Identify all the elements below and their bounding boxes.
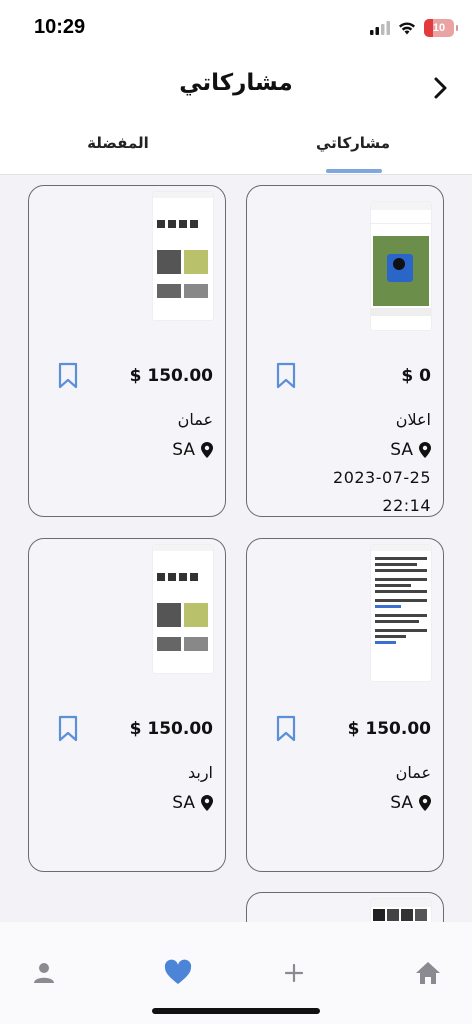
listing-location: SA: [390, 793, 431, 813]
listing-location: SA: [390, 440, 431, 460]
listing-city: اعلان: [395, 410, 431, 429]
listing-thumbnail: [371, 202, 431, 330]
listing-card[interactable]: $ 150.00 عمان SA: [28, 185, 226, 517]
listing-price: $ 150.00: [347, 719, 431, 739]
listing-card[interactable]: $ 150.00 اربد SA: [28, 538, 226, 872]
listing-country: SA: [172, 440, 195, 460]
location-pin-icon: [201, 795, 213, 811]
bookmark-icon[interactable]: [275, 715, 297, 743]
status-icons: 10: [370, 19, 458, 37]
listing-country: SA: [390, 793, 413, 813]
bookmark-icon[interactable]: [57, 362, 79, 390]
listing-card[interactable]: $ 150.00 عمان SA: [246, 538, 444, 872]
listing-city: عمان: [395, 763, 431, 782]
tab-favorites[interactable]: المفضلة: [60, 134, 176, 152]
location-pin-icon: [201, 442, 213, 458]
heart-icon[interactable]: [164, 959, 192, 987]
listing-city: اربد: [187, 763, 213, 782]
status-time: 10:29: [34, 16, 86, 38]
location-pin-icon: [419, 795, 431, 811]
listing-location: SA: [172, 440, 213, 460]
battery-level: 10: [432, 22, 446, 34]
wifi-icon: [399, 22, 415, 35]
bookmark-icon[interactable]: [275, 362, 297, 390]
listing-card[interactable]: $ 0 اعلان SA 2023-07-25 22:14: [246, 185, 444, 517]
person-icon[interactable]: [30, 959, 58, 987]
listing-thumbnail: [371, 545, 431, 681]
status-bar: 10:29 10: [0, 0, 472, 58]
home-indicator: [152, 1008, 320, 1014]
listing-country: SA: [390, 440, 413, 460]
tab-my-posts[interactable]: مشاركاتي: [292, 134, 414, 152]
signal-icon: [370, 21, 390, 35]
chevron-right-icon[interactable]: [428, 74, 452, 102]
listing-price: $ 150.00: [129, 719, 213, 739]
bookmark-icon[interactable]: [57, 715, 79, 743]
listing-thumbnail: [153, 192, 213, 320]
page-title: مشاركاتي: [179, 70, 293, 96]
listing-location: SA: [172, 793, 213, 813]
active-tab-indicator: [326, 169, 382, 173]
top-area: 10:29 10 مشاركاتي المفضلة مشاركاتي: [0, 0, 472, 175]
plus-icon[interactable]: [280, 959, 308, 987]
listing-time: 22:14: [382, 496, 431, 515]
battery-icon: 10: [424, 19, 458, 37]
listing-thumbnail: [153, 545, 213, 673]
location-pin-icon: [419, 442, 431, 458]
listing-price: $ 0: [401, 366, 431, 386]
listing-city: عمان: [177, 410, 213, 429]
tabs-divider: [0, 174, 472, 175]
listing-date: 2023-07-25: [333, 468, 431, 487]
listing-price: $ 150.00: [129, 366, 213, 386]
home-icon[interactable]: [414, 959, 442, 987]
listing-country: SA: [172, 793, 195, 813]
